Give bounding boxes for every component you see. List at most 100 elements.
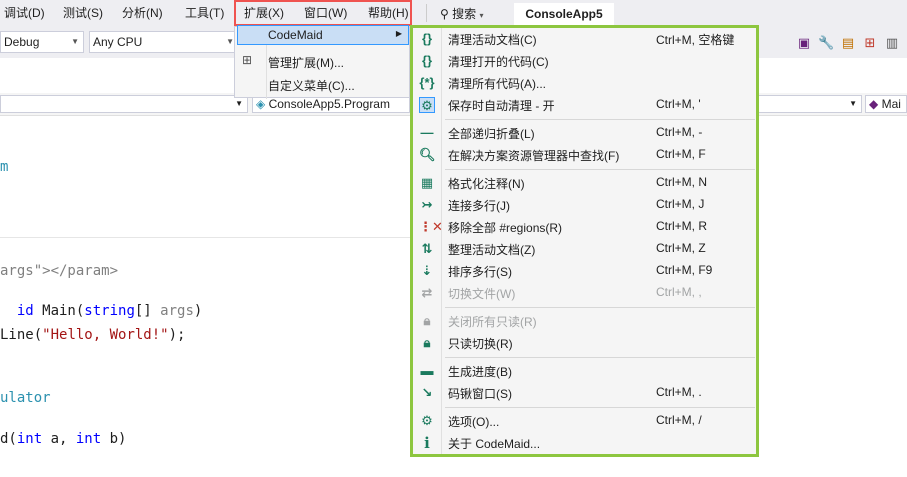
menu-item-label: 清理打开的代码(C) [448,55,549,69]
class-icon: ◈ [256,97,266,111]
menu-item-reorganize-active-document[interactable]: ⇅ 整理活动文档(Z) Ctrl+M, Z [416,238,756,260]
platform-value: Any CPU [93,35,143,49]
extension-icon[interactable]: ▥ [884,35,900,51]
code-line: d(int a, int b) [0,431,127,447]
join-lines-icon: ↣ [421,197,433,212]
menu-item-label: 排序多行(S) [448,265,512,279]
braces-icon: {} [421,31,433,46]
chevron-down-icon: ▼ [71,37,79,46]
submenu-arrow-icon: ▶ [395,29,402,38]
menu-separator [445,119,755,120]
menu-item-shortcut: Ctrl+M, . [656,385,702,399]
menu-item-build-progress[interactable]: ▬ 生成进度(B) [416,360,756,382]
gear-toggle-icon: ⚙ [419,97,435,113]
menu-debug[interactable]: 调试(D) [4,5,45,21]
team-explorer-icon[interactable]: ▣ [796,35,812,51]
menu-item-find-in-solution-explorer[interactable]: 🔍︎ 在解决方案资源管理器中查找(F) Ctrl+M, F [416,144,756,166]
reorganize-icon: ⇅ [421,241,433,256]
menu-tools[interactable]: 工具(T) [185,5,224,21]
menu-item-label: CodeMaid [268,28,323,42]
menu-item-label: 码锹窗口(S) [448,387,512,401]
format-comments-icon: ▦ [420,175,434,190]
search-icon: 🔍︎ [419,147,436,162]
configuration-value: Debug [4,35,40,49]
search-icon: ⚲ [440,7,449,21]
codemaid-submenu: {} 清理活动文档(C) Ctrl+M, 空格键 {} 清理打开的代码(C) {… [410,25,759,457]
menu-item-join-lines[interactable]: ↣ 连接多行(J) Ctrl+M, J [416,194,756,216]
menu-analyze[interactable]: 分析(N) [122,5,163,21]
menu-item-cleanup-all-code[interactable]: {*} 清理所有代码(A)... [416,72,756,94]
menu-item-label: 选项(O)... [448,415,500,429]
menu-item-switch-file[interactable]: ⇄ 切换文件(W) Ctrl+M, , [416,282,756,304]
menu-item-label: 关闭所有只读(R) [448,315,537,329]
menu-item-label: 移除全部 #regions(R) [448,221,563,235]
menu-item-customize-menu[interactable]: 自定义菜单(C)... [237,74,409,94]
member-combo-value: Mai [881,97,901,111]
menu-item-cleanup-open-code[interactable]: {} 清理打开的代码(C) [416,50,756,72]
menu-item-cleanup-active-document[interactable]: {} 清理活动文档(C) Ctrl+M, 空格键 [416,28,756,50]
menu-item-about-codemaid[interactable]: i 关于 CodeMaid... [416,432,756,454]
menu-item-label: 清理所有代码(A)... [448,77,546,91]
menu-item-label: 连接多行(J) [448,199,510,213]
menu-separator [445,169,755,170]
minus-icon: — [420,125,434,140]
member-combo-arrow-area[interactable]: ▼ [758,95,862,113]
search-box[interactable]: ⚲ 搜索 ▾ [440,5,484,22]
menu-item-shortcut: Ctrl+M, F9 [656,263,713,277]
configuration-select[interactable]: Debug ▼ [0,31,84,53]
menu-item-shortcut: Ctrl+M, ' [656,97,701,111]
code-line: ulator [0,390,51,406]
toolbox-icon[interactable]: ⊞ [862,35,878,51]
solution-title: ConsoleApp5 [514,3,614,25]
menu-item-auto-cleanup-on-save[interactable]: ⚙ 保存时自动清理 - 开 Ctrl+M, ' [416,94,756,116]
menu-highlight-box [234,0,412,26]
spade-icon: ↘ [421,385,433,400]
menu-bar: 调试(D) 测试(S) 分析(N) 工具(T) 扩展(X) 窗口(W) 帮助(H… [0,0,907,26]
menu-item-label: 整理活动文档(Z) [448,243,536,257]
menu-item-label: 在解决方案资源管理器中查找(F) [448,149,620,163]
build-icon[interactable]: ▤ [840,35,856,51]
manage-extensions-icon: ⊞ [242,53,253,67]
sort-icon: ⇣ [421,263,433,278]
remove-regions-icon: ⋮✕ [419,219,443,234]
menu-item-manage-extensions[interactable]: ⊞ 管理扩展(M)... [237,51,409,71]
lock-icon: 🔒︎ [423,313,431,328]
menu-item-shortcut: Ctrl+M, J [656,197,705,211]
menu-item-shortcut: Ctrl+M, R [656,219,707,233]
chevron-down-icon: ▼ [849,99,857,108]
chevron-down-icon: ▼ [226,37,234,46]
project-combo[interactable]: ▼ [0,95,248,113]
menu-item-collapse-all-recursive[interactable]: — 全部递归折叠(L) Ctrl+M, - [416,122,756,144]
platform-select[interactable]: Any CPU ▼ [89,31,239,53]
menu-item-toggle-readonly[interactable]: 🔒︎ 只读切换(R) [416,332,756,354]
braces-multi-icon: {} [421,53,433,68]
menu-item-label: 全部递归折叠(L) [448,127,535,141]
menu-test[interactable]: 测试(S) [63,5,103,21]
menu-separator [445,357,755,358]
menu-item-shortcut: Ctrl+M, 空格键 [656,33,735,47]
class-combo-value: ConsoleApp5.Program [268,97,390,111]
menu-item-label: 切换文件(W) [448,287,516,301]
code-line: Line("Hello, World!"); [0,327,186,343]
menu-item-codemaid[interactable]: CodeMaid ▶ [237,25,409,45]
menu-item-label: 关于 CodeMaid... [448,437,541,451]
menu-item-remove-all-regions[interactable]: ⋮✕ 移除全部 #regions(R) Ctrl+M, R [416,216,756,238]
menu-item-close-all-readonly[interactable]: 🔒︎ 关闭所有只读(R) [416,310,756,332]
gear-icon: ⚙ [421,413,433,428]
menu-item-label: 保存时自动清理 - 开 [448,99,555,113]
menu-item-shortcut: Ctrl+M, , [656,285,702,299]
search-label: 搜索 [452,7,477,21]
menu-item-sort-lines[interactable]: ⇣ 排序多行(S) Ctrl+M, F9 [416,260,756,282]
menu-item-format-comments[interactable]: ▦ 格式化注释(N) Ctrl+M, N [416,172,756,194]
chevron-down-icon: ▼ [235,99,243,108]
menu-item-options[interactable]: ⚙ 选项(O)... Ctrl+M, / [416,410,756,432]
braces-all-icon: {*} [419,75,435,90]
wrench-icon[interactable]: 🔧 [818,35,834,51]
menu-item-shortcut: Ctrl+M, F [656,147,706,161]
member-combo[interactable]: ◆ Mai [865,95,907,113]
code-line: id Main(string[] args) [16,303,203,319]
menu-item-spade-window[interactable]: ↘ 码锹窗口(S) Ctrl+M, . [416,382,756,404]
menu-item-label: 管理扩展(M)... [268,56,344,70]
method-icon: ◆ [869,97,879,111]
menu-item-label: 自定义菜单(C)... [268,79,355,93]
